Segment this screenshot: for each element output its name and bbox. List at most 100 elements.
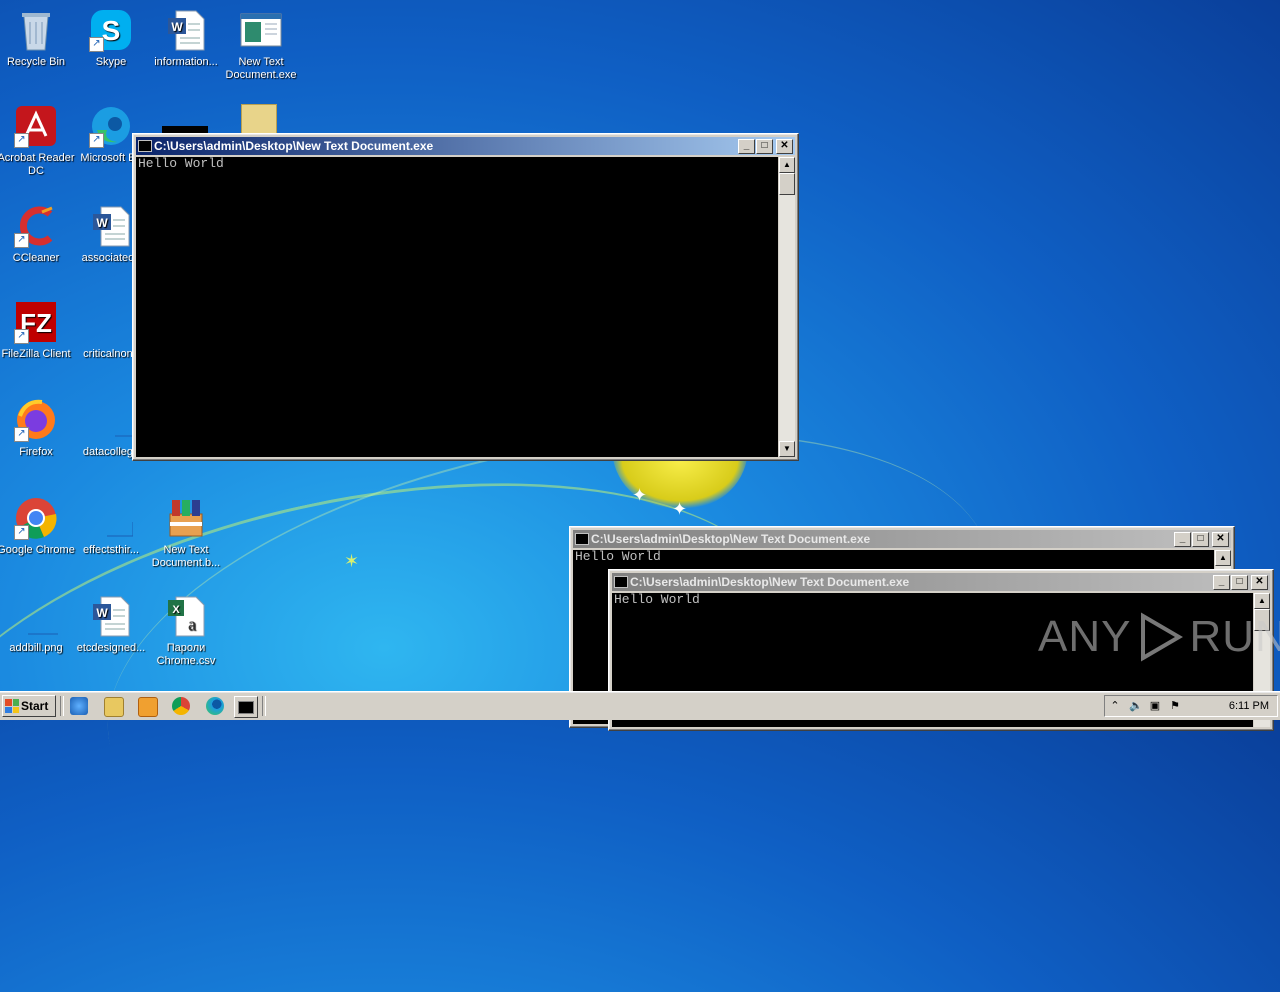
minimize-button[interactable]: _ bbox=[738, 139, 755, 154]
desktop-icon-recycle-bin[interactable]: Recycle Bin bbox=[0, 8, 75, 69]
system-tray: ⌃ 🔈 ▣ ⚑ 6:11 PM bbox=[1104, 695, 1278, 717]
blank-file-icon bbox=[89, 496, 134, 540]
close-button[interactable]: ✕ bbox=[1251, 575, 1268, 590]
explorer-icon[interactable] bbox=[104, 697, 124, 717]
maximize-button[interactable]: □ bbox=[756, 139, 773, 154]
console-icon bbox=[575, 533, 589, 545]
edge-icon: ↗ bbox=[89, 104, 133, 148]
maximize-button[interactable]: □ bbox=[1192, 532, 1209, 547]
desktop-icon-ccleaner[interactable]: ↗ CCleaner bbox=[0, 204, 75, 265]
shortcut-arrow-icon: ↗ bbox=[89, 37, 104, 52]
desktop-icon-acrobat[interactable]: ↗ Acrobat Reader DC bbox=[0, 104, 75, 178]
scroll-up-button[interactable]: ▲ bbox=[779, 157, 795, 173]
taskbar-separator bbox=[262, 696, 266, 716]
scroll-down-button[interactable]: ▼ bbox=[779, 441, 795, 457]
action-center-flag-icon[interactable]: ⚑ bbox=[1169, 700, 1181, 712]
blank-file-icon bbox=[89, 398, 133, 442]
svg-text:W: W bbox=[96, 216, 108, 230]
watermark-text-right: RUN bbox=[1189, 612, 1280, 661]
taskbar-separator bbox=[60, 696, 64, 716]
desktop-icon-label: Acrobat Reader DC bbox=[0, 152, 75, 177]
chrome-icon[interactable] bbox=[172, 697, 190, 715]
window-titlebar[interactable]: C:\Users\admin\Desktop\New Text Document… bbox=[612, 573, 1270, 591]
desktop-icon-effectsthir[interactable]: effectsthir... bbox=[72, 496, 150, 557]
close-button[interactable]: ✕ bbox=[776, 139, 793, 154]
desktop-icon-etcdesigned[interactable]: W etcdesigned... bbox=[72, 594, 150, 655]
folder-icon[interactable] bbox=[241, 104, 277, 136]
desktop-icon-label: New Text Document.exe bbox=[225, 56, 297, 81]
desktop-icon-label: effectsthir... bbox=[82, 544, 140, 556]
console-window-main[interactable]: C:\Users\admin\Desktop\New Text Document… bbox=[132, 133, 799, 461]
word-document-icon: W bbox=[89, 594, 133, 638]
window-title: C:\Users\admin\Desktop\New Text Document… bbox=[591, 532, 871, 546]
close-button[interactable]: ✕ bbox=[1212, 532, 1229, 547]
blank-file-icon bbox=[14, 594, 58, 638]
scroll-up-button[interactable]: ▲ bbox=[1254, 593, 1270, 609]
chrome-icon: ↗ bbox=[14, 496, 58, 540]
scroll-up-button[interactable]: ▲ bbox=[1215, 550, 1231, 566]
desktop-icon-label: etcdesigned... bbox=[76, 642, 146, 654]
desktop-icon-label: Recycle Bin bbox=[6, 56, 66, 68]
skype-icon: S ↗ bbox=[89, 8, 133, 52]
play-logo-icon bbox=[1141, 612, 1184, 662]
shortcut-arrow-icon: ↗ bbox=[14, 329, 29, 344]
minimize-button[interactable]: _ bbox=[1174, 532, 1191, 547]
desktop-icon-label: addbill.png bbox=[9, 642, 63, 654]
maximize-button[interactable]: □ bbox=[1231, 575, 1248, 590]
desktop-icon-information[interactable]: W information... bbox=[147, 8, 225, 69]
taskbar: Start ⌃ 🔈 ▣ ⚑ 6:11 PM bbox=[0, 691, 1280, 720]
start-button[interactable]: Start bbox=[2, 695, 56, 717]
ie-icon[interactable] bbox=[70, 697, 88, 715]
media-player-icon[interactable] bbox=[138, 697, 158, 717]
console-icon bbox=[614, 576, 628, 588]
window-titlebar[interactable]: C:\Users\admin\Desktop\New Text Document… bbox=[573, 530, 1231, 548]
console-taskbar-button[interactable] bbox=[234, 696, 258, 718]
desktop-icon-label: Skype bbox=[95, 56, 127, 68]
sparkle-icon: ✶ bbox=[344, 551, 360, 571]
console-icon bbox=[238, 701, 254, 714]
excel-csv-icon: Xa bbox=[164, 594, 208, 638]
shortcut-arrow-icon: ↗ bbox=[89, 133, 104, 148]
svg-text:X: X bbox=[172, 604, 180, 616]
show-hidden-icon[interactable]: ⌃ bbox=[1109, 700, 1121, 712]
anyrun-watermark: ANY RUN bbox=[1038, 612, 1280, 662]
acrobat-icon: ↗ bbox=[14, 104, 58, 148]
desktop-icon-skype[interactable]: S ↗ Skype bbox=[72, 8, 150, 69]
start-label: Start bbox=[21, 699, 49, 713]
volume-icon[interactable]: 🔈 bbox=[1129, 700, 1143, 712]
window-titlebar[interactable]: C:\Users\admin\Desktop\New Text Document… bbox=[136, 137, 795, 155]
console-icon bbox=[138, 140, 152, 152]
desktop-icon-label: Google Chrome bbox=[0, 544, 75, 556]
windows-logo-icon bbox=[5, 699, 19, 713]
desktop-icon-label: Пароли Chrome.csv bbox=[156, 642, 216, 667]
svg-text:a: a bbox=[188, 614, 196, 634]
desktop-icon-label: CCleaner bbox=[12, 252, 60, 264]
vertical-scrollbar[interactable]: ▲ ▼ bbox=[779, 157, 795, 457]
desktop-icon-label: New Text Document.b... bbox=[151, 544, 221, 569]
svg-text:S: S bbox=[102, 15, 121, 46]
desktop-icon-filezilla[interactable]: FZ ↗ FileZilla Client bbox=[0, 300, 75, 361]
desktop-icon-firefox[interactable]: ↗ Firefox bbox=[0, 398, 75, 459]
window-title: C:\Users\admin\Desktop\New Text Document… bbox=[154, 139, 434, 153]
desktop-icon-new-text-document-b[interactable]: New Text Document.b... bbox=[147, 496, 225, 570]
desktop-icon-chrome[interactable]: ↗ Google Chrome bbox=[0, 496, 75, 557]
console-output[interactable]: Hello World bbox=[136, 157, 778, 457]
shortcut-arrow-icon: ↗ bbox=[14, 133, 29, 148]
clock[interactable]: 6:11 PM bbox=[1229, 696, 1269, 716]
sparkle-icon: ✦ bbox=[632, 485, 648, 505]
desktop-icon-addbill[interactable]: addbill.png bbox=[0, 594, 75, 655]
watermark-text-left: ANY bbox=[1038, 612, 1132, 661]
minimize-button[interactable]: _ bbox=[1213, 575, 1230, 590]
edge-icon[interactable] bbox=[206, 697, 224, 715]
desktop-icon-new-text-document-exe[interactable]: New Text Document.exe bbox=[222, 8, 300, 82]
blank-file-icon bbox=[89, 300, 133, 344]
window-title: C:\Users\admin\Desktop\New Text Document… bbox=[630, 575, 910, 589]
winrar-icon bbox=[164, 496, 208, 540]
word-document-icon: W bbox=[89, 204, 133, 248]
scroll-thumb[interactable] bbox=[779, 173, 795, 195]
network-icon[interactable]: ▣ bbox=[1149, 700, 1161, 712]
recycle-bin-icon bbox=[14, 8, 58, 52]
desktop-icon-chrome-passwords-csv[interactable]: Xa Пароли Chrome.csv bbox=[147, 594, 225, 668]
sparkle-icon: ✦ bbox=[672, 499, 688, 519]
filezilla-icon: FZ ↗ bbox=[14, 300, 58, 344]
